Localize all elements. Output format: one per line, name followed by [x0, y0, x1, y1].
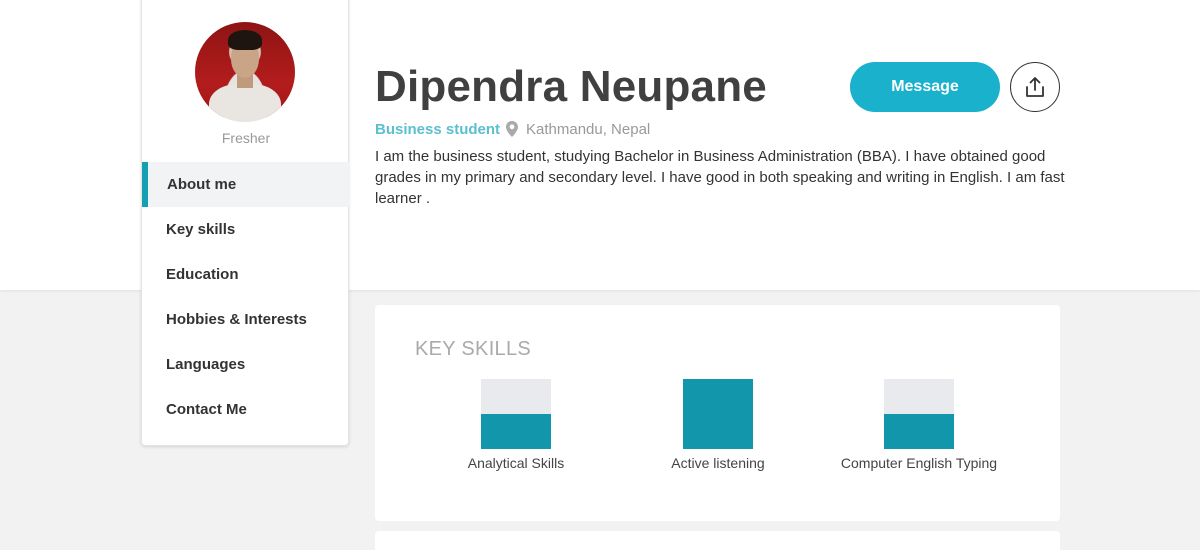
skill-item: Active listening	[618, 379, 818, 471]
key-skills-card: KEY SKILLS Analytical Skills Active list…	[375, 305, 1060, 521]
profile-sidebar: Fresher About me Key skills Education Ho…	[141, 0, 350, 446]
sidebar-item-languages[interactable]: Languages	[142, 342, 350, 387]
skill-item: Analytical Skills	[416, 379, 616, 471]
share-button[interactable]	[1010, 62, 1060, 112]
status-label: Fresher	[221, 130, 271, 146]
sidebar-item-contact[interactable]: Contact Me	[142, 387, 350, 432]
skill-level-fill	[683, 379, 753, 449]
message-button[interactable]: Message	[850, 62, 1000, 112]
location-pin-icon	[506, 121, 518, 137]
skill-level-bar	[884, 379, 954, 449]
skill-level-bar	[683, 379, 753, 449]
sidebar-item-key-skills[interactable]: Key skills	[142, 207, 350, 252]
avatar	[195, 22, 295, 122]
skill-level-fill	[481, 414, 551, 449]
profile-name: Dipendra Neupane	[375, 62, 767, 111]
skill-level-fill	[884, 414, 954, 449]
key-skills-title: KEY SKILLS	[415, 338, 532, 360]
skill-level-bar	[481, 379, 551, 449]
share-upload-icon	[1026, 77, 1044, 97]
profile-role: Business student	[375, 121, 501, 138]
next-section-card	[375, 531, 1060, 550]
skill-label: Analytical Skills	[467, 455, 565, 471]
sidebar-item-about-me[interactable]: About me	[142, 162, 350, 207]
skill-label: Active listening	[671, 455, 765, 471]
profile-bio: I am the business student, studying Bach…	[375, 148, 1065, 207]
profile-location: Kathmandu, Nepal	[526, 121, 651, 138]
sidebar-item-hobbies[interactable]: Hobbies & Interests	[142, 297, 350, 342]
skill-label: Computer English Typing	[840, 455, 998, 471]
skill-item: Computer English Typing	[819, 379, 1019, 471]
sidebar-item-education[interactable]: Education	[142, 252, 350, 297]
sidebar-nav: About me Key skills Education Hobbies & …	[142, 162, 350, 432]
